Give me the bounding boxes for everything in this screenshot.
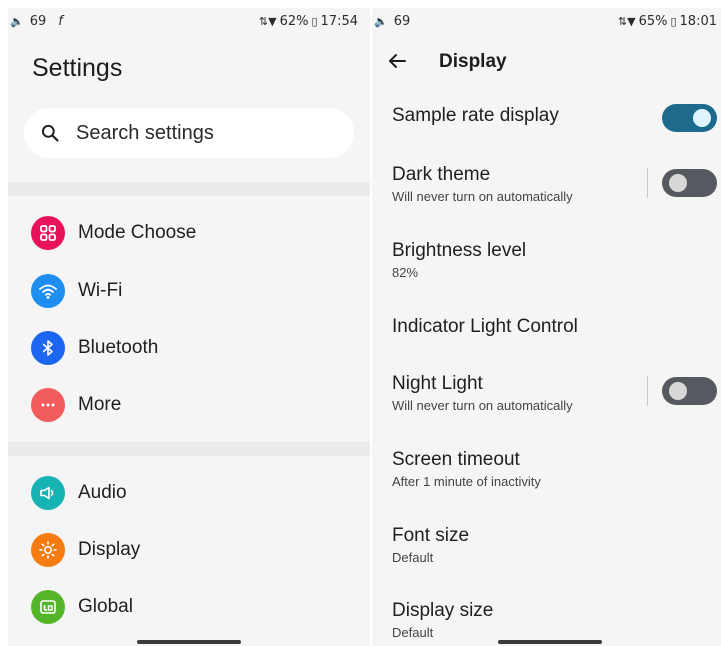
signal-icon: ⇅▼ xyxy=(617,15,636,28)
menu-item-label: Global xyxy=(78,596,133,617)
setting-title: Font size xyxy=(392,525,470,546)
more-dots-icon xyxy=(31,388,65,422)
menu-item-bluetooth[interactable]: Bluetooth xyxy=(8,324,370,372)
menu-item-label: Audio xyxy=(78,482,127,503)
setting-title: Brightness level xyxy=(392,240,527,261)
setting-subtitle: Default xyxy=(392,625,434,640)
page-title: Display xyxy=(439,51,507,72)
menu-item-wifi[interactable]: Wi-Fi xyxy=(8,267,370,315)
setting-subtitle: After 1 minute of inactivity xyxy=(392,474,541,489)
speaker-icon xyxy=(31,476,65,510)
dark-theme-toggle[interactable] xyxy=(662,169,717,197)
global-icon xyxy=(31,590,65,624)
search-icon xyxy=(24,123,76,143)
battery-icon: ▯ xyxy=(670,15,677,28)
volume-level: 69 xyxy=(393,14,411,29)
toggle-knob xyxy=(669,174,687,192)
setting-title: Display size xyxy=(392,600,494,621)
toggle-divider xyxy=(647,168,648,198)
setting-title: Screen timeout xyxy=(392,449,520,470)
search-input[interactable]: Search settings xyxy=(24,108,354,158)
grid-icon xyxy=(31,216,65,250)
night-light-toggle[interactable] xyxy=(662,377,717,405)
clock: 17:54 xyxy=(320,14,358,29)
toggle-knob xyxy=(669,382,687,400)
menu-item-label: More xyxy=(78,394,122,415)
page-title: Settings xyxy=(32,54,123,82)
menu-item-mode-choose[interactable]: Mode Choose xyxy=(8,209,370,257)
menu-item-display[interactable]: Display xyxy=(8,526,370,574)
settings-screen: 🔈 69 f ⇅▼ 62% ▯ 17:54 Settings Search se… xyxy=(8,8,370,646)
setting-indicator-light-control[interactable]: Indicator Light Control xyxy=(392,316,721,338)
back-arrow-icon[interactable] xyxy=(386,50,408,72)
gesture-nav-handle[interactable] xyxy=(137,640,241,644)
menu-item-label: Mode Choose xyxy=(78,222,197,243)
setting-font-size[interactable]: Font size Default xyxy=(392,525,721,565)
menu-item-label: Display xyxy=(78,539,141,560)
brightness-icon xyxy=(31,533,65,567)
battery-percent: 65% xyxy=(638,14,668,29)
setting-brightness-level[interactable]: Brightness level 82% xyxy=(392,240,721,280)
sample-rate-toggle[interactable] xyxy=(662,104,717,132)
signal-icon: ⇅▼ xyxy=(258,15,277,28)
setting-screen-timeout[interactable]: Screen timeout After 1 minute of inactiv… xyxy=(392,449,721,489)
volume-icon: 🔈 xyxy=(374,15,388,28)
toggle-knob xyxy=(693,109,711,127)
setting-subtitle: 82% xyxy=(392,265,419,280)
menu-item-label: Bluetooth xyxy=(78,337,159,358)
setting-subtitle: Default xyxy=(392,550,434,565)
battery-percent: 62% xyxy=(279,14,309,29)
gesture-nav-handle[interactable] xyxy=(498,640,602,644)
setting-display-size[interactable]: Display size Default xyxy=(392,600,721,640)
battery-icon: ▯ xyxy=(311,15,318,28)
status-bar: 🔈 69 f ⇅▼ 62% ▯ 17:54 xyxy=(8,8,370,36)
notification-icon: f xyxy=(58,14,63,29)
volume-icon: 🔈 xyxy=(10,15,24,28)
search-placeholder: Search settings xyxy=(76,121,214,144)
bluetooth-icon xyxy=(31,331,65,365)
status-bar: 🔈 69 ⇅▼ 65% ▯ 18:01 xyxy=(372,8,721,36)
clock: 18:01 xyxy=(679,14,717,29)
volume-level: 69 xyxy=(29,14,47,29)
menu-item-more[interactable]: More xyxy=(8,381,370,429)
setting-title: Indicator Light Control xyxy=(392,316,578,337)
wifi-icon xyxy=(31,274,65,308)
display-settings-screen: 🔈 69 ⇅▼ 65% ▯ 18:01 Display Sample rate … xyxy=(372,8,721,646)
toggle-divider xyxy=(647,376,648,406)
menu-item-global[interactable]: Global xyxy=(8,583,370,631)
menu-item-label: Wi-Fi xyxy=(78,280,123,301)
menu-item-audio[interactable]: Audio xyxy=(8,469,370,517)
section-divider xyxy=(8,182,370,196)
section-divider xyxy=(8,442,370,456)
